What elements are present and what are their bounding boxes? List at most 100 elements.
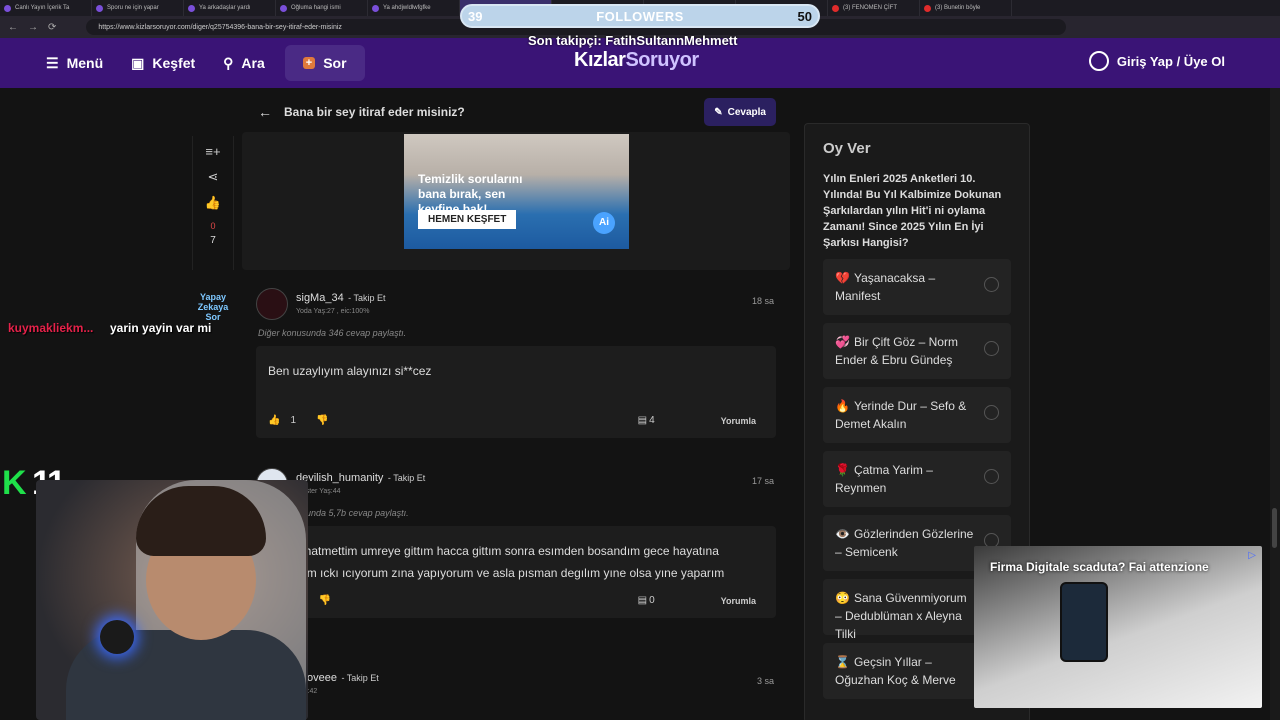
poll-option[interactable]: 💔 Yaşanacaksa – Manifest (823, 259, 1011, 315)
login-label: Giriş Yap / Üye Ol (1116, 53, 1225, 69)
browser-tab[interactable]: (3) Bunetin böyle (920, 0, 1012, 16)
user-meta: Yoda Yaş:27 , eic:100% (296, 308, 370, 315)
comment-button[interactable]: Yorumla (721, 410, 756, 432)
poll-option[interactable]: 🔥 Yerinde Dur – Sefo & Demet Akalın (823, 387, 1011, 443)
scrollbar-thumb[interactable] (1272, 508, 1277, 548)
login-button[interactable]: Giriş Yap / Üye Ol (1088, 51, 1225, 71)
back-arrow-icon[interactable]: ← (258, 104, 272, 120)
explore-button[interactable]: ▣ Keşfet (117, 45, 209, 81)
menu-button[interactable]: ☰ Menü (32, 45, 117, 81)
ask-label: Sor (323, 55, 347, 71)
answer-button[interactable]: ✎ Cevapla (704, 98, 776, 126)
answer-card: stloveee - Takip Et Yaş:42 3 sa (256, 668, 776, 700)
ad-cta-button[interactable]: HEMEN KEŞFET (418, 210, 517, 229)
poll-option-emoji: 💔 (835, 271, 850, 285)
poll-option-radio[interactable] (984, 277, 999, 292)
menu-icon: ☰ (46, 54, 59, 71)
follow-label: Takip Et (353, 293, 386, 303)
follow-button[interactable]: - Takip Et (388, 473, 425, 483)
username[interactable]: devilish_humanity (296, 472, 383, 484)
explore-icon: ▣ (131, 54, 145, 71)
comment-count: 0 (649, 595, 655, 606)
phone-image (1060, 582, 1108, 662)
browser-tab[interactable]: Oğluma hangi ismi (276, 0, 368, 16)
site-icon (372, 4, 379, 12)
menu-label: Menü (66, 55, 104, 71)
poll-option-radio[interactable] (984, 405, 999, 420)
poll-option-emoji: 👁️ (835, 527, 850, 541)
followers-goal-bar: 39 FOLLOWERS 50 (460, 4, 820, 28)
popup-ad[interactable]: Firma Digitale scaduta? Fai attenzione ▷ (974, 546, 1262, 708)
follow-button[interactable]: - Takip Et (341, 673, 378, 683)
popup-ad-title: Firma Digitale scaduta? Fai attenzione (990, 560, 1209, 574)
question-like-count: 0 (210, 221, 216, 231)
share-icon[interactable]: ⋖ (208, 169, 219, 185)
followers-goal: 50 (797, 9, 812, 24)
poll-option[interactable]: 🌹 Çatma Yarim – Reynmen (823, 451, 1011, 507)
poll-option-label: ⌛ Geçsin Yıllar – Oğuzhan Koç & Merve (835, 653, 975, 689)
follow-button[interactable]: - Takip Et (348, 293, 385, 303)
poll-option[interactable]: 💞 Bir Çift Göz – Norm Ender & Ebru Gündeş (823, 323, 1011, 379)
poll-option-text: Gözlerinden Gözlerine – Semicenk (835, 527, 974, 559)
reload-icon[interactable]: ⟳ (48, 22, 56, 33)
poll-option-radio[interactable] (984, 341, 999, 356)
dislike-icon[interactable]: 👎 (316, 410, 328, 432)
webcam-feed (36, 480, 308, 720)
answer-body: Ben uzaylıyım alayınızı si**cez 👍 1 👎 ▤ … (256, 346, 776, 438)
ai-badge: Ai (593, 212, 615, 234)
search-label: Ara (241, 55, 265, 71)
thumbs-up-icon[interactable]: 👍 (205, 195, 221, 211)
answer-time: 18 sa (751, 296, 774, 306)
poll-option-radio[interactable] (984, 469, 999, 484)
poll-option-text: Geçsin Yıllar – Oğuzhan Koç & Merve (835, 655, 956, 687)
browser-tab-label: Oğluma hangi ismi (291, 5, 341, 11)
site-icon (188, 4, 195, 12)
comment-icon[interactable]: ▤ (638, 590, 647, 612)
comment-icon[interactable]: ▤ (638, 410, 647, 432)
user-icon (1088, 51, 1109, 71)
pencil-icon: ✎ (714, 106, 723, 118)
poll-option-label: 💞 Bir Çift Göz – Norm Ender & Ebru Gündeş (835, 333, 975, 369)
comment-button[interactable]: Yorumla (721, 590, 756, 612)
page-scrollbar[interactable] (1270, 88, 1280, 720)
logo-part2: Soruyor (625, 49, 699, 71)
poll-option-text: Yerinde Dur – Sefo & Demet Akalın (835, 399, 967, 431)
avatar[interactable] (256, 288, 288, 320)
browser-tab-label: Canlı Yayın İçerik Ta (15, 5, 70, 11)
back-icon[interactable]: ← (8, 22, 18, 33)
ask-button[interactable]: + Sor (284, 45, 365, 81)
browser-tab[interactable]: Sporu ne için yapar (92, 0, 184, 16)
site-icon (280, 4, 287, 12)
dislike-icon[interactable]: 👎 (318, 590, 330, 612)
ai-ask-link[interactable]: Yapay Zekaya Sor (190, 292, 236, 322)
poll-option-label: 💔 Yaşanacaksa – Manifest (835, 269, 975, 305)
browser-tab-label: Ya arkadaşlar yardı (199, 5, 251, 11)
poll-option-text: Yaşanacaksa – Manifest (835, 271, 936, 303)
adchoices-icon[interactable]: ▷ (1248, 550, 1256, 561)
browser-tab-label: (3) FENOMEN ÇİFT (843, 5, 897, 11)
site-icon (96, 4, 103, 12)
site-logo[interactable]: KızlarSoruyor (574, 49, 699, 72)
answer-text: Ben uzaylıyım alayınızı si**cez (268, 364, 432, 378)
search-button[interactable]: ⚲ Ara (209, 45, 279, 81)
poll-option-emoji: ⌛ (835, 655, 850, 669)
poll-option-text: Bir Çift Göz – Norm Ender & Ebru Gündeş (835, 335, 958, 367)
browser-tab-label: (3) Bunetin böyle (935, 5, 981, 11)
username[interactable]: sigMa_34 (296, 292, 344, 304)
browser-tab[interactable]: Ya arkadaşlar yardı (184, 0, 276, 16)
poll-option-emoji: 🔥 (835, 399, 850, 413)
browser-tab[interactable]: (3) FENOMEN ÇİFT (828, 0, 920, 16)
ad-image[interactable]: Temizlik sorularını bana bırak, sen keyf… (404, 134, 629, 249)
search-icon: ⚲ (223, 54, 234, 71)
forward-icon[interactable]: → (28, 22, 38, 33)
browser-tab[interactable]: Canlı Yayın İçerik Ta (0, 0, 92, 16)
answer-text: kuranı hatmettim umreye gittım hacca git… (268, 544, 725, 580)
poll-question: Yılın Enleri 2025 Anketleri 10. Yılında!… (823, 173, 1002, 249)
like-count: 1 (290, 415, 297, 426)
site-icon (4, 4, 11, 12)
question-actions: ≡+ ⋖ 👍 0 7 (192, 136, 234, 270)
like-icon[interactable]: 👍 (268, 410, 280, 432)
add-to-list-icon[interactable]: ≡+ (205, 144, 220, 159)
answer-button-label: Cevapla (727, 106, 766, 118)
browser-tab[interactable]: Ya ahdjwldlwfgfke (368, 0, 460, 16)
